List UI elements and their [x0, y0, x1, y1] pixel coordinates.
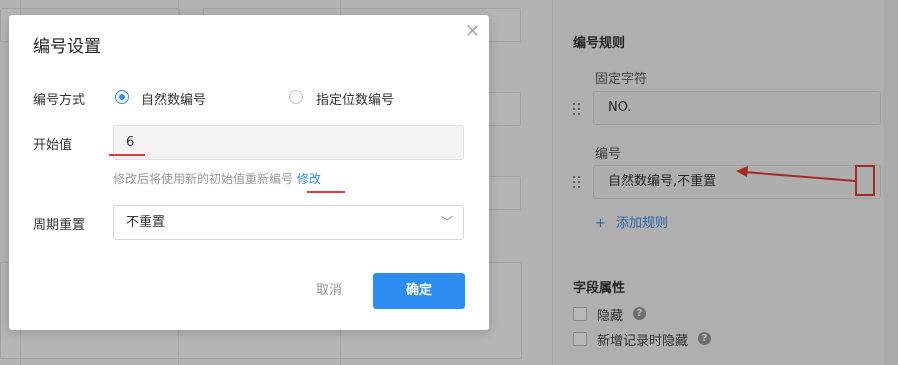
cycle-reset-value: 不重置 — [126, 215, 166, 230]
start-value-label: 开始值 — [33, 138, 73, 153]
confirm-button[interactable]: 确定 — [373, 273, 465, 309]
cycle-reset-label: 周期重置 — [33, 218, 86, 233]
cancel-button[interactable]: 取消 — [299, 273, 359, 309]
numbering-settings-dialog: 编号设置 ✕ 编号方式 自然数编号 指定位数编号 开始值 6 修改后将使用新的初… — [9, 15, 489, 330]
start-value-hint: 修改后将使用新的初始值重新编号 修改 — [113, 170, 321, 187]
radio-fixed-digits[interactable] — [289, 90, 303, 104]
close-icon[interactable]: ✕ — [465, 21, 480, 42]
cycle-reset-select[interactable]: 不重置 ﹀ — [113, 205, 464, 240]
annotation-underline — [109, 154, 145, 156]
radio-fixed-digits-label[interactable]: 指定位数编号 — [316, 89, 394, 108]
dialog-title: 编号设置 — [33, 37, 101, 57]
chevron-down-icon: ﹀ — [440, 215, 453, 229]
modify-link[interactable]: 修改 — [297, 172, 321, 186]
start-value-input: 6 — [113, 125, 464, 160]
radio-natural-number-label[interactable]: 自然数编号 — [141, 89, 206, 108]
hint-text: 修改后将使用新的初始值重新编号 — [113, 172, 294, 186]
numbering-mode-label: 编号方式 — [33, 93, 86, 108]
radio-natural-number[interactable] — [115, 90, 129, 104]
annotation-underline — [307, 191, 345, 193]
